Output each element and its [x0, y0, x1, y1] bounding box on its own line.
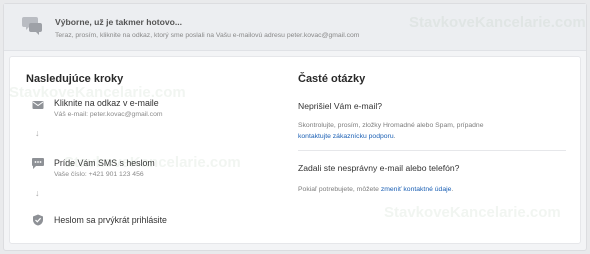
steps-heading: Nasledujúce kroky — [26, 73, 124, 85]
shield-check-icon — [33, 214, 43, 226]
faq-question-1: Neprišiel Vám e-mail? — [298, 101, 383, 111]
faq-answer-2-end: . — [451, 186, 454, 193]
chat-bubbles-icon — [22, 17, 42, 35]
faq-answer-1-text: Skontrolujte, prosím, zložky Hromadné al… — [298, 122, 484, 129]
faq-heading: Časté otázky — [298, 73, 366, 85]
step-2-title: Príde Vám SMS s heslom — [54, 158, 155, 168]
page-frame: Výborne, už je takmer hotovo... Teraz, p… — [3, 3, 587, 251]
step-3-title: Heslom sa prvýkrát prihlásite — [54, 215, 167, 225]
sms-icon — [32, 158, 44, 169]
faq-divider — [298, 150, 566, 151]
step-2-subtitle: Vaše číslo: +421 901 123 456 — [54, 171, 144, 178]
step-arrow-1: ↓ — [35, 128, 40, 138]
faq-question-2: Zadali ste nesprávny e-mail alebo telefó… — [298, 163, 460, 173]
banner-title: Výborne, už je takmer hotovo... — [55, 17, 183, 27]
step-1-subtitle: Váš e-mail: peter.kovac@gmail.com — [54, 111, 163, 118]
step-arrow-2: ↓ — [35, 188, 40, 198]
success-banner: Výborne, už je takmer hotovo... Teraz, p… — [4, 4, 586, 51]
change-contact-link[interactable]: zmeniť kontaktné údaje — [381, 186, 452, 193]
faq-answer-1-end: . — [393, 133, 396, 140]
faq-answer-1: Skontrolujte, prosím, zložky Hromadné al… — [298, 120, 568, 142]
faq-answer-2-text: Pokiaľ potrebujete, môžete — [298, 186, 379, 193]
step-1-title: Kliknite na odkaz v e-maile — [54, 98, 159, 108]
faq-answer-2: Pokiaľ potrebujete, môžete zmeniť kontak… — [298, 184, 568, 195]
contact-support-link[interactable]: kontaktujte zákaznícku podporu — [298, 133, 394, 140]
banner-subtitle: Teraz, prosím, kliknite na odkaz, ktorý … — [55, 32, 360, 39]
mail-icon — [32, 101, 44, 109]
content-card: Nasledujúce kroky Kliknite na odkaz v e-… — [9, 56, 581, 244]
